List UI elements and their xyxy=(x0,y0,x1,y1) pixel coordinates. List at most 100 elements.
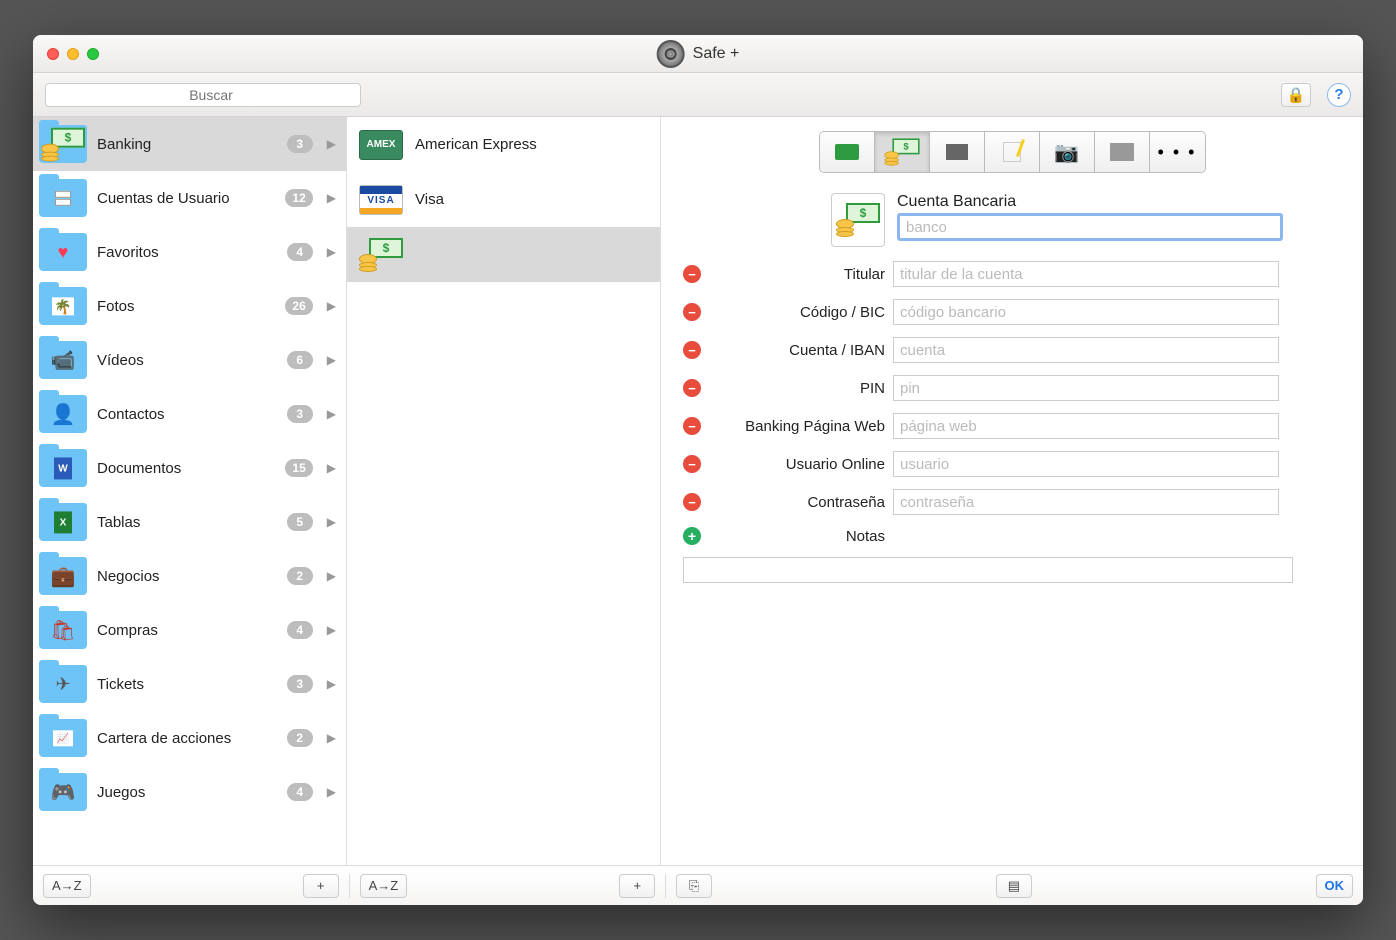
entry-type-label: Cuenta Bancaria xyxy=(897,193,1341,211)
app-window: Safe + 🔍 🔒 ? $ Banking 3 ▶ Cuentas de Us… xyxy=(33,35,1363,905)
shopping-bag-icon: 🛍 xyxy=(50,618,75,643)
field-row: − Banking Página Web xyxy=(683,413,1341,439)
copy-button[interactable]: ⎘ xyxy=(676,874,712,898)
notes-textarea[interactable] xyxy=(683,557,1293,583)
window-controls xyxy=(43,48,99,60)
close-icon[interactable] xyxy=(47,48,59,60)
type-id[interactable] xyxy=(1095,132,1150,172)
field-input-pin[interactable] xyxy=(893,375,1279,401)
sidebar-item-label: Fotos xyxy=(97,298,275,315)
ok-button[interactable]: OK xyxy=(1316,874,1354,898)
sidebar-item-count: 6 xyxy=(287,351,313,369)
type-credit-card[interactable] xyxy=(820,132,875,172)
sidebar-item-label: Cartera de acciones xyxy=(97,730,277,747)
maximize-icon[interactable] xyxy=(87,48,99,60)
type-bank-account[interactable]: $ xyxy=(875,132,930,172)
entry-name-input[interactable] xyxy=(897,213,1283,241)
sidebar-item-videos[interactable]: 📹 Vídeos 6 ▶ xyxy=(33,333,346,387)
add-category-button[interactable]: + xyxy=(303,874,339,898)
type-more[interactable]: • • • xyxy=(1150,132,1205,172)
sort-categories-button[interactable]: A→Z xyxy=(43,874,91,898)
help-button[interactable]: ? xyxy=(1327,83,1351,107)
field-input-bic[interactable] xyxy=(893,299,1279,325)
minimize-icon[interactable] xyxy=(67,48,79,60)
chevron-right-icon: ▶ xyxy=(327,245,336,259)
list-item[interactable]: VISA Visa xyxy=(347,172,660,227)
lock-button[interactable]: 🔒 xyxy=(1281,83,1311,107)
field-row-notes: + Notas xyxy=(683,527,1341,545)
chevron-right-icon: ▶ xyxy=(327,461,336,475)
list-item[interactable]: $ xyxy=(347,227,660,282)
type-photo[interactable]: 📷 xyxy=(1040,132,1095,172)
sidebar-item-accounts[interactable]: Cuentas de Usuario 12 ▶ xyxy=(33,171,346,225)
delete-field-button[interactable]: − xyxy=(683,493,701,511)
sidebar-item-documents[interactable]: W Documentos 15 ▶ xyxy=(33,441,346,495)
template-button[interactable]: ▤ xyxy=(996,874,1032,898)
sidebar-item-label: Negocios xyxy=(97,568,277,585)
camera-icon: 📷 xyxy=(1054,140,1079,165)
sidebar-item-label: Compras xyxy=(97,622,277,639)
delete-field-button[interactable]: − xyxy=(683,303,701,321)
sidebar-item-shopping[interactable]: 🛍 Compras 4 ▶ xyxy=(33,603,346,657)
field-row: − Usuario Online xyxy=(683,451,1341,477)
field-input-website[interactable] xyxy=(893,413,1279,439)
chevron-right-icon: ▶ xyxy=(327,569,336,583)
video-icon: 📹 xyxy=(51,348,76,373)
field-label: Código / BIC xyxy=(709,304,885,321)
field-row: − Titular xyxy=(683,261,1341,287)
spreadsheet-icon: X xyxy=(54,511,72,533)
sidebar-item-count: 5 xyxy=(287,513,313,531)
chevron-right-icon: ▶ xyxy=(327,785,336,799)
delete-field-button[interactable]: − xyxy=(683,379,701,397)
field-input-user[interactable] xyxy=(893,451,1279,477)
bank-account-icon: $ xyxy=(836,203,880,237)
person-icon: 👤 xyxy=(51,402,76,427)
sidebar-item-tickets[interactable]: ✈ Tickets 3 ▶ xyxy=(33,657,346,711)
lock-icon: 🔒 xyxy=(1287,86,1306,104)
field-input-holder[interactable] xyxy=(893,261,1279,287)
sidebar-item-tables[interactable]: X Tablas 5 ▶ xyxy=(33,495,346,549)
chart-icon: 📈 xyxy=(53,730,73,746)
sidebar-item-favorites[interactable]: ♥ Favoritos 4 ▶ xyxy=(33,225,346,279)
body: $ Banking 3 ▶ Cuentas de Usuario 12 ▶ ♥ … xyxy=(33,117,1363,865)
sort-entries-button[interactable]: A→Z xyxy=(360,874,408,898)
chevron-right-icon: ▶ xyxy=(327,677,336,691)
add-field-button[interactable]: + xyxy=(683,527,701,545)
sidebar-item-photos[interactable]: 🌴 Fotos 26 ▶ xyxy=(33,279,346,333)
field-row: − Contraseña xyxy=(683,489,1341,515)
list-item-label: Visa xyxy=(415,191,444,208)
titlebar: Safe + xyxy=(33,35,1363,73)
field-input-iban[interactable] xyxy=(893,337,1279,363)
sidebar-item-banking[interactable]: $ Banking 3 ▶ xyxy=(33,117,346,171)
contact-icon xyxy=(946,144,968,160)
plane-icon: ✈ xyxy=(55,674,70,695)
sidebar-item-stocks[interactable]: 📈 Cartera de acciones 2 ▶ xyxy=(33,711,346,765)
type-contact[interactable] xyxy=(930,132,985,172)
field-label: Banking Página Web xyxy=(709,418,885,435)
field-label: Contraseña xyxy=(709,494,885,511)
sidebar-item-business[interactable]: 💼 Negocios 2 ▶ xyxy=(33,549,346,603)
entry-icon-box[interactable]: $ xyxy=(831,193,885,247)
sidebar-item-count: 3 xyxy=(287,405,313,423)
delete-field-button[interactable]: − xyxy=(683,265,701,283)
sidebar-item-count: 4 xyxy=(287,243,313,261)
type-note[interactable] xyxy=(985,132,1040,172)
entry-list: AMEX American Express VISA Visa $ xyxy=(347,117,661,865)
search-wrap: 🔍 xyxy=(45,83,361,107)
delete-field-button[interactable]: − xyxy=(683,417,701,435)
delete-field-button[interactable]: − xyxy=(683,341,701,359)
sidebar-item-label: Cuentas de Usuario xyxy=(97,190,275,207)
sidebar-item-games[interactable]: 🎮 Juegos 4 ▶ xyxy=(33,765,346,819)
delete-field-button[interactable]: − xyxy=(683,455,701,473)
list-item[interactable]: AMEX American Express xyxy=(347,117,660,172)
id-card-icon xyxy=(1110,143,1134,161)
field-input-password[interactable] xyxy=(893,489,1279,515)
search-input[interactable] xyxy=(45,83,361,107)
list-item-label: American Express xyxy=(415,136,537,153)
sidebar-item-contacts[interactable]: 👤 Contactos 3 ▶ xyxy=(33,387,346,441)
chevron-right-icon: ▶ xyxy=(327,515,336,529)
sidebar-item-label: Vídeos xyxy=(97,352,277,369)
footer: A→Z + A→Z + ⎘ ▤ OK xyxy=(33,865,1363,905)
add-entry-button[interactable]: + xyxy=(619,874,655,898)
entry-header: $ Cuenta Bancaria xyxy=(831,193,1341,247)
